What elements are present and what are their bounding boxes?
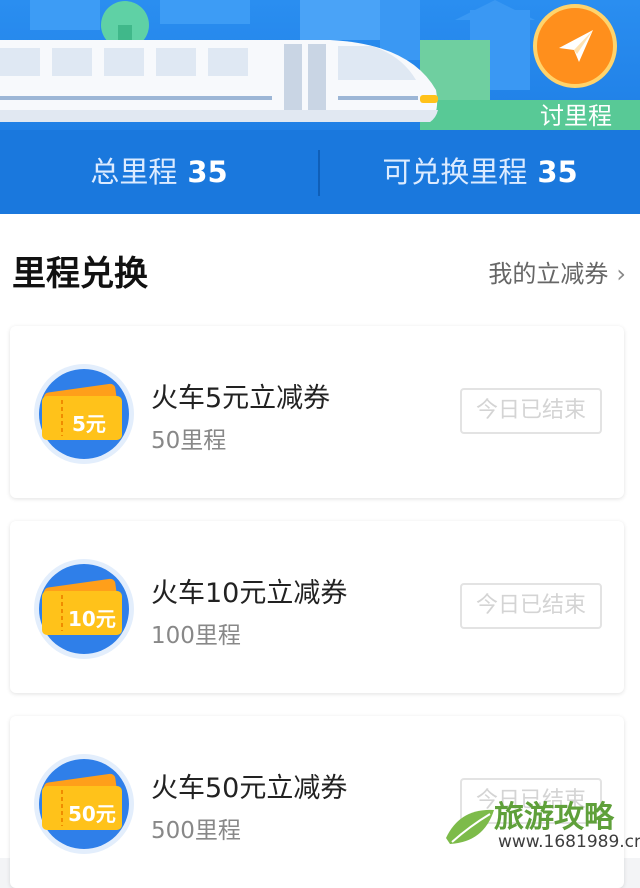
ticket-value: 50元 — [68, 802, 116, 826]
coupon-card[interactable]: 5元 火车5元立减券 50里程 今日已结束 — [10, 326, 624, 498]
coupon-card[interactable]: 10元 火车10元立减券 100里程 今日已结束 — [10, 521, 624, 693]
leaf-logo-icon — [446, 809, 494, 844]
total-mileage: 总里程 35 — [0, 130, 318, 214]
coupon-ticket-icon: 5元 — [32, 362, 136, 466]
redeemable-mileage-value: 35 — [537, 155, 578, 189]
ticket-value: 10元 — [68, 607, 116, 631]
my-coupons-link[interactable]: 我的立减券 › — [488, 254, 626, 289]
total-mileage-label: 总里程 — [90, 155, 178, 189]
section-title: 里程兑换 — [12, 254, 148, 294]
watermark-title: 旅游攻略 — [494, 800, 614, 835]
coupon-name: 火车10元立减券 — [151, 578, 348, 609]
paper-plane-icon — [559, 30, 593, 62]
redeem-status-button[interactable]: 今日已结束 — [460, 388, 602, 434]
ticket-value: 5元 — [72, 412, 106, 436]
coupon-cost: 50里程 — [151, 428, 227, 454]
coupon-name: 火车50元立减券 — [151, 773, 348, 804]
hero-banner: 讨里程 — [0, 0, 640, 130]
redeem-status-button[interactable]: 今日已结束 — [460, 583, 602, 629]
redeemable-mileage-label: 可兑换里程 — [382, 155, 528, 189]
watermark: 旅游攻略 www.1681989.cn — [440, 792, 640, 858]
redeemable-mileage: 可兑换里程 35 — [320, 130, 640, 214]
ask-mileage-label[interactable]: 讨里程 — [530, 96, 622, 130]
coupon-name: 火车5元立减券 — [151, 383, 331, 414]
coupon-ticket-icon: 50元 — [32, 752, 136, 856]
watermark-url: www.1681989.cn — [498, 832, 640, 852]
chevron-right-icon: › — [616, 260, 626, 288]
my-coupons-label[interactable]: 我的立减券 — [488, 260, 608, 288]
coupon-cost: 500里程 — [151, 818, 241, 844]
ask-mileage-button[interactable] — [533, 4, 617, 88]
mileage-stats-bar: 总里程 35 可兑换里程 35 — [0, 130, 640, 214]
coupon-ticket-icon: 10元 — [32, 557, 136, 661]
coupon-cost: 100里程 — [151, 623, 241, 649]
total-mileage-value: 35 — [187, 155, 228, 189]
